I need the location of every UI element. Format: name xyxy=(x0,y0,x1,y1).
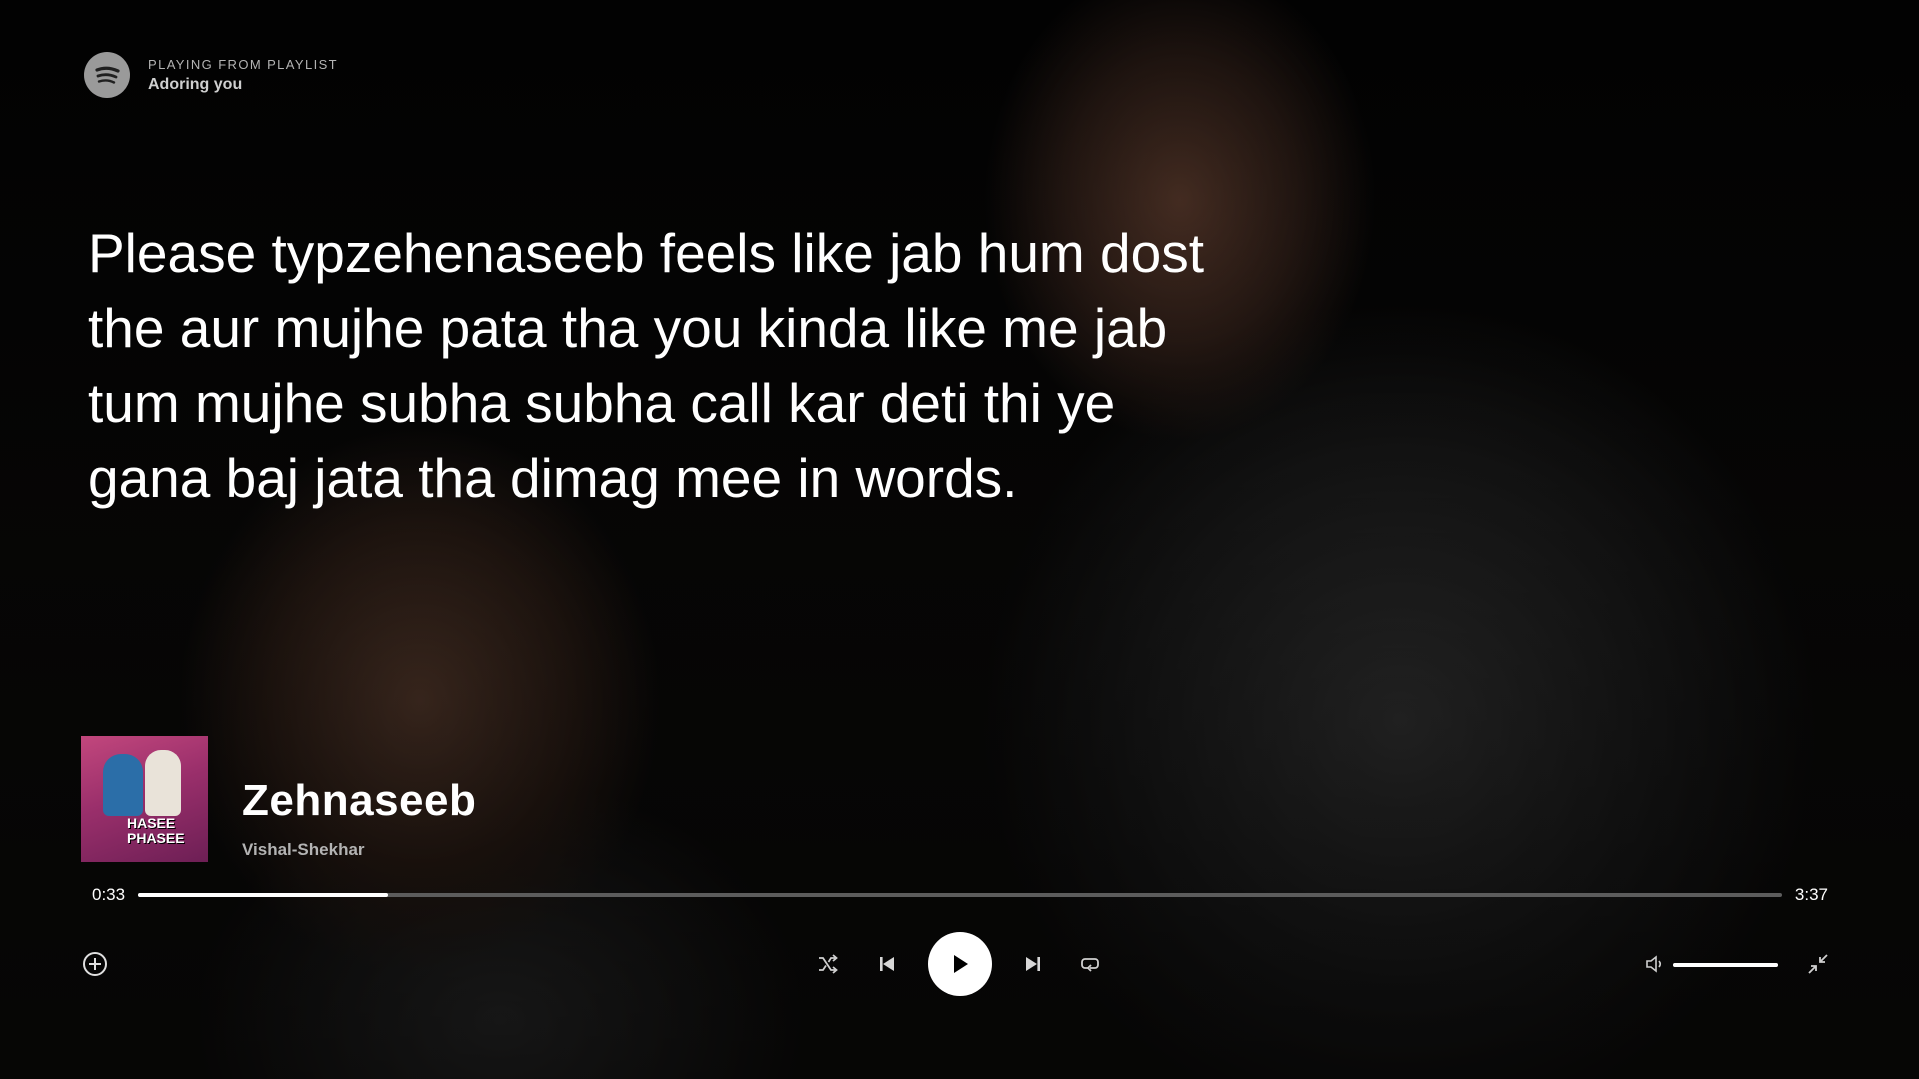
play-button[interactable] xyxy=(928,932,992,996)
shuffle-icon xyxy=(819,954,838,974)
album-cover[interactable]: HASEE PHASEE xyxy=(81,736,208,862)
volume-slider-fill xyxy=(1673,963,1778,967)
play-icon xyxy=(954,955,968,973)
add-to-library-button[interactable] xyxy=(82,951,108,977)
fullscreen-player: PLAYING FROM PLAYLIST Adoring you Please… xyxy=(0,0,1919,1079)
track-artist[interactable]: Vishal-Shekhar xyxy=(242,840,476,860)
volume-button[interactable] xyxy=(1644,953,1666,975)
spotify-logo-icon xyxy=(84,52,130,98)
total-time: 3:37 xyxy=(1794,885,1828,904)
repeat-icon xyxy=(1081,958,1099,972)
repeat-button[interactable] xyxy=(1078,953,1102,975)
playlist-name-link[interactable]: Adoring you xyxy=(148,76,338,94)
track-title[interactable]: Zehnaseeb xyxy=(242,776,476,826)
skip-next-icon xyxy=(1026,957,1040,971)
volume-slider[interactable] xyxy=(1673,963,1778,967)
album-cover-title: HASEE PHASEE xyxy=(127,815,185,846)
add-circle-icon xyxy=(83,952,107,976)
progress-bar[interactable] xyxy=(138,893,1782,897)
next-button[interactable] xyxy=(1022,953,1044,975)
playback-controls xyxy=(0,932,1919,996)
progress-row: 0:33 3:37 xyxy=(92,882,1828,908)
playing-from-header: PLAYING FROM PLAYLIST Adoring you xyxy=(84,52,338,98)
shuffle-button[interactable] xyxy=(816,953,840,975)
progress-bar-fill xyxy=(138,893,388,897)
now-playing-info: HASEE PHASEE Zehnaseeb Vishal-Shekhar xyxy=(81,736,476,862)
exit-fullscreen-button[interactable] xyxy=(1806,952,1830,976)
minimize-icon xyxy=(1808,954,1828,974)
skip-previous-icon xyxy=(880,957,894,971)
elapsed-time: 0:33 xyxy=(92,885,126,904)
playing-from-caption: PLAYING FROM PLAYLIST xyxy=(148,56,339,72)
previous-button[interactable] xyxy=(876,953,898,975)
lyrics-text: Please typzehenaseeb feels like jab hum … xyxy=(88,222,1204,509)
volume-icon xyxy=(1646,955,1662,973)
